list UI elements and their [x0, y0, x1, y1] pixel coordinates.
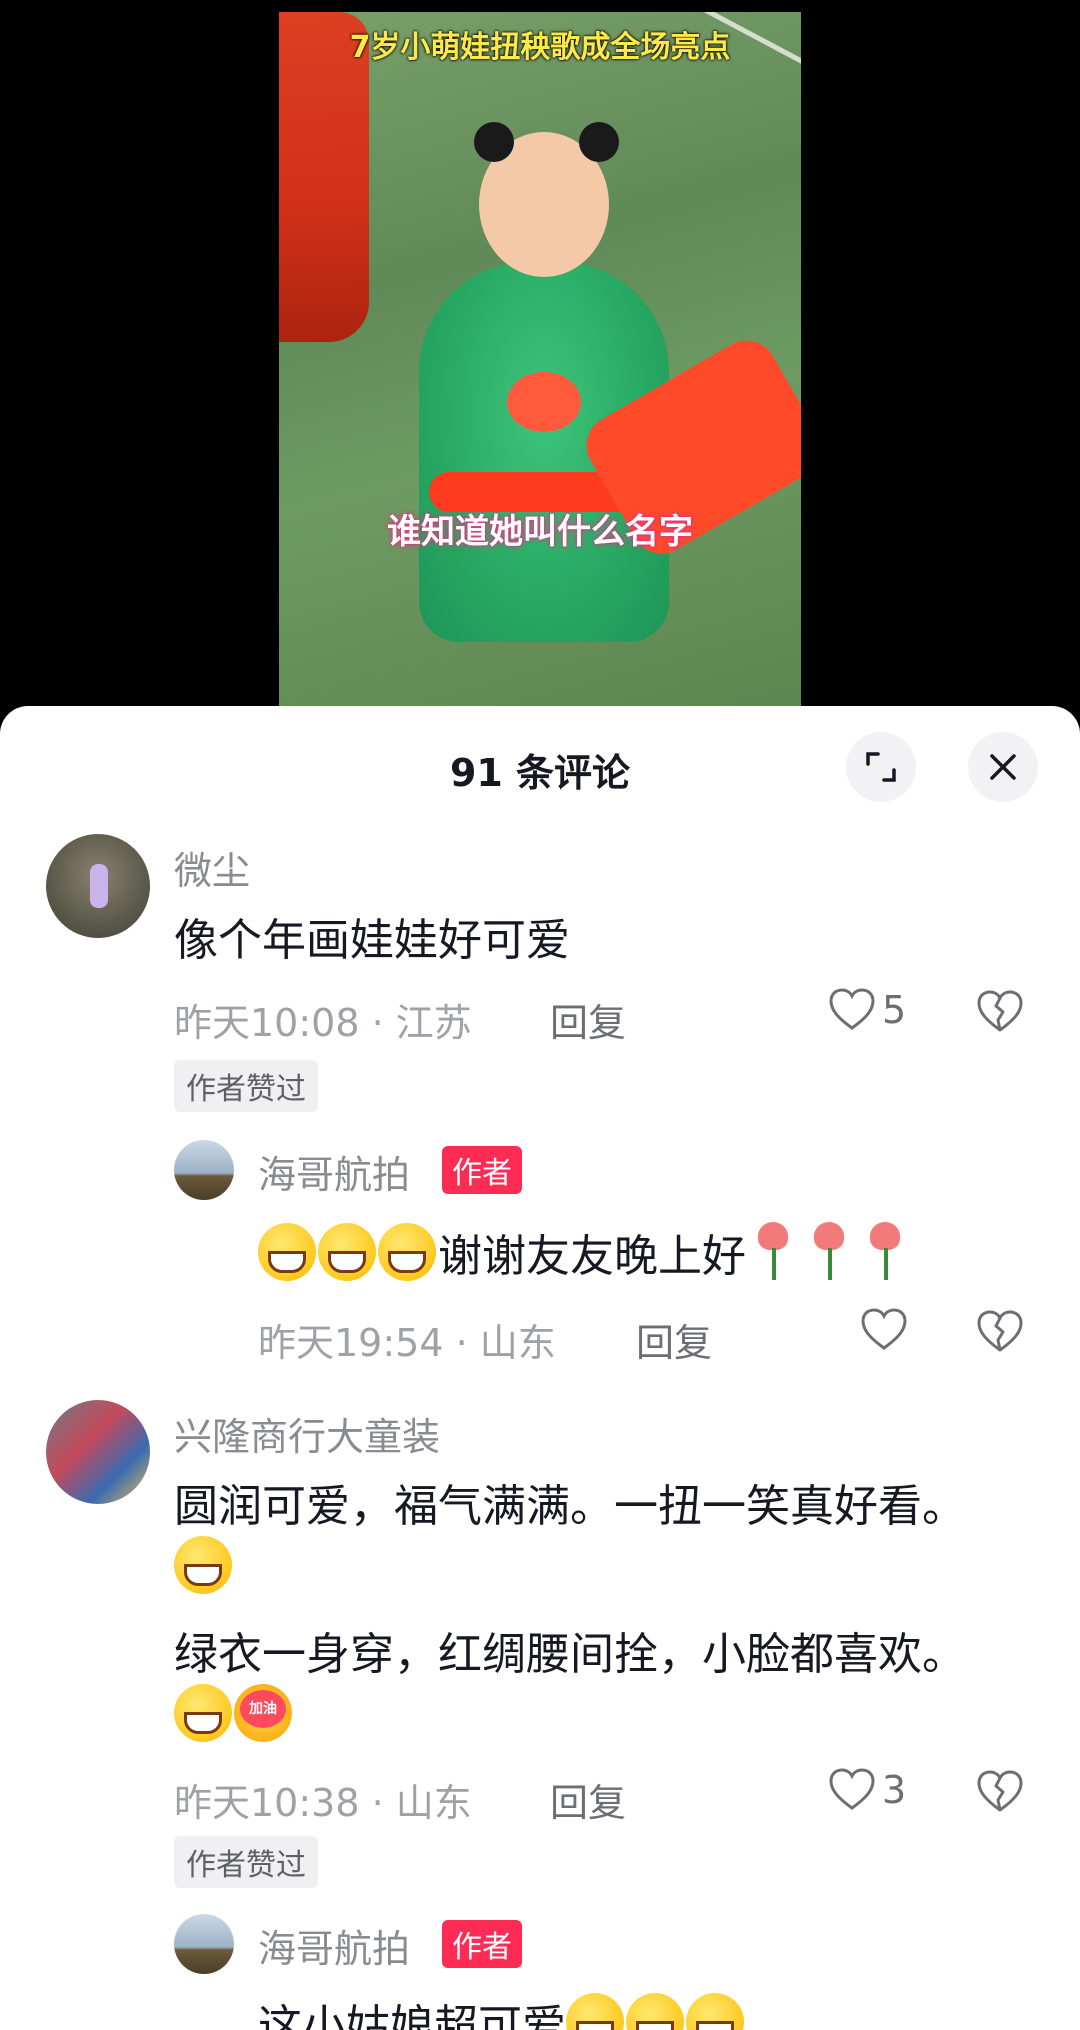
embroidered-flower	[507, 372, 581, 432]
broken-heart-icon	[977, 990, 1023, 1032]
username[interactable]: 微尘	[174, 840, 250, 895]
grin-emoji	[378, 1223, 436, 1281]
video-player[interactable]: 7岁小萌娃扭秧歌成全场亮点 谁知道她叫什么名字	[0, 0, 1080, 720]
expand-button[interactable]	[846, 732, 916, 802]
reply-meta: 昨天19:54 · 山东	[258, 1321, 556, 1365]
avatar[interactable]	[174, 1914, 234, 1974]
comment-sheet: 91 条评论 微尘 像个年画娃娃好可爱 昨天10:08 · 江苏 回复 5 作者…	[0, 706, 1080, 2030]
dislike-button[interactable]	[976, 1310, 1024, 1358]
comment-meta: 昨天10:08 · 江苏	[174, 1001, 472, 1045]
broken-heart-icon	[977, 1310, 1023, 1352]
username[interactable]: 兴隆商行大童装	[174, 1406, 440, 1461]
like-count: 5	[882, 988, 907, 1032]
author-liked-badge: 作者赞过	[174, 1060, 318, 1112]
heart-icon	[861, 1308, 907, 1350]
video-title: 7岁小萌娃扭秧歌成全场亮点	[349, 30, 731, 65]
expand-icon	[866, 752, 896, 782]
hair-bun-left	[474, 122, 514, 162]
heart-icon	[829, 1768, 875, 1810]
rose-emoji	[754, 1222, 794, 1282]
avatar[interactable]	[46, 1400, 150, 1504]
comment-text: 像个年画娃娃好可爱	[174, 915, 570, 966]
hair-bun-right	[579, 122, 619, 162]
grin-emoji	[686, 1993, 744, 2030]
comment-sheet-header: 91 条评论	[0, 706, 1080, 826]
video-frame[interactable]: 7岁小萌娃扭秧歌成全场亮点 谁知道她叫什么名字	[279, 12, 801, 712]
comment-item: 微尘 像个年画娃娃好可爱 昨天10:08 · 江苏 回复 5 作者赞过 海哥航拍…	[0, 826, 1080, 1366]
comment-emoji-row	[174, 1536, 234, 1594]
comment-text-line: 圆润可爱，福气满满。一扭一笑真好看。	[174, 1481, 966, 1532]
close-icon	[990, 754, 1016, 780]
comment-text-line: 绿衣一身穿，红绸腰间拴，小脸都喜欢。	[174, 1629, 966, 1680]
author-liked-badge: 作者赞过	[174, 1836, 318, 1888]
like-button[interactable]: 3	[828, 1768, 906, 1812]
comment-item: 兴隆商行大童装 圆润可爱，福气满满。一扭一笑真好看。 绿衣一身穿，红绸腰间拴，小…	[0, 1400, 1080, 2030]
author-tag: 作者	[442, 1146, 522, 1194]
close-button[interactable]	[968, 732, 1038, 802]
rose-emoji	[810, 1222, 850, 1282]
rose-emoji	[866, 1222, 906, 1282]
like-button[interactable]	[860, 1308, 908, 1352]
broken-heart-icon	[977, 1770, 1023, 1812]
grin-emoji	[626, 1993, 684, 2030]
reply-button[interactable]: 回复	[550, 1772, 626, 1827]
like-count: 3	[882, 1768, 907, 1812]
reply-text-content: 这小姑娘超可爱	[258, 2001, 566, 2030]
avatar[interactable]	[46, 834, 150, 938]
grin-emoji	[258, 1223, 316, 1281]
laughing-emoji	[174, 1684, 232, 1742]
dislike-button[interactable]	[976, 990, 1024, 1038]
reply-username[interactable]: 海哥航拍	[258, 1144, 410, 1199]
jiayou-emoji: 加油	[234, 1684, 292, 1742]
comment-emoji-row: 加油	[174, 1684, 294, 1742]
grin-emoji	[566, 1993, 624, 2030]
reply-username[interactable]: 海哥航拍	[258, 1918, 410, 1973]
wink-tongue-emoji	[174, 1536, 232, 1594]
avatar[interactable]	[174, 1140, 234, 1200]
like-button[interactable]: 5	[828, 988, 906, 1032]
heart-icon	[829, 988, 875, 1030]
reply-button[interactable]: 回复	[636, 1312, 712, 1367]
reply-text: 这小姑娘超可爱	[258, 1990, 746, 2030]
reply-text-content: 谢谢友友晚上好	[438, 1231, 746, 1282]
reply-button[interactable]: 回复	[550, 992, 626, 1047]
video-caption: 谁知道她叫什么名字	[387, 512, 693, 552]
dislike-button[interactable]	[976, 1770, 1024, 1818]
grin-emoji	[318, 1223, 376, 1281]
comment-count-title: 91 条评论	[449, 751, 631, 795]
comment-meta: 昨天10:38 · 山东	[174, 1781, 472, 1825]
author-tag: 作者	[442, 1920, 522, 1968]
reply-text: 谢谢友友晚上好	[258, 1220, 914, 1284]
